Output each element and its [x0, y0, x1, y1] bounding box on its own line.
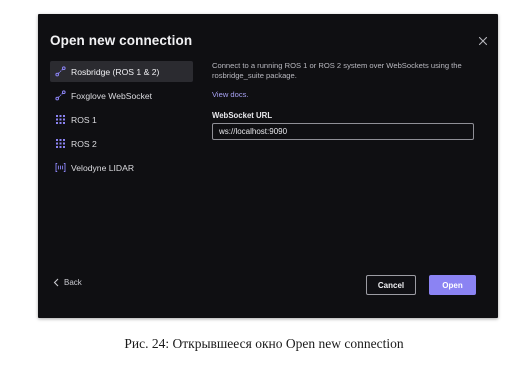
connection-icon: [55, 66, 66, 77]
source-item-ros2[interactable]: ROS 2: [50, 133, 193, 154]
source-item-velodyne-lidar[interactable]: Velodyne LIDAR: [50, 157, 193, 178]
figure-caption: Рис. 24: Открывшееся окно Open new conne…: [124, 336, 404, 351]
source-list: Rosbridge (ROS 1 & 2) Foxglove WebSocket: [50, 61, 193, 181]
view-docs-link[interactable]: View docs.: [212, 90, 249, 99]
source-item-label: Foxglove WebSocket: [71, 90, 153, 101]
back-label: Back: [64, 278, 82, 287]
source-item-ros1[interactable]: ROS 1: [50, 109, 193, 130]
close-icon[interactable]: [478, 36, 488, 46]
grid-dots-icon: [55, 138, 66, 149]
websocket-url-input[interactable]: [212, 123, 474, 140]
document-page: Open new connection Rosbridge (ROS 1 & 2…: [0, 0, 528, 390]
cancel-button[interactable]: Cancel: [366, 275, 416, 295]
previous-page-text-strip: [0, 0, 528, 14]
source-item-label: Rosbridge (ROS 1 & 2): [71, 66, 160, 77]
source-item-label: ROS 2: [71, 138, 97, 149]
source-item-rosbridge[interactable]: Rosbridge (ROS 1 & 2): [50, 61, 193, 82]
source-item-label: Velodyne LIDAR: [71, 162, 135, 173]
connection-icon: [55, 90, 66, 101]
source-item-foxglove-websocket[interactable]: Foxglove WebSocket: [50, 85, 193, 106]
chevron-left-icon: [53, 278, 59, 287]
dialog-title: Open new connection: [50, 33, 193, 48]
open-connection-dialog: Open new connection Rosbridge (ROS 1 & 2…: [38, 14, 498, 318]
back-button[interactable]: Back: [53, 278, 82, 287]
lidar-icon: [55, 162, 66, 173]
grid-dots-icon: [55, 114, 66, 125]
source-description: Connect to a running ROS 1 or ROS 2 syst…: [212, 61, 462, 80]
source-item-label: ROS 1: [71, 114, 97, 125]
websocket-url-label: WebSocket URL: [212, 111, 273, 120]
open-button[interactable]: Open: [429, 275, 476, 295]
